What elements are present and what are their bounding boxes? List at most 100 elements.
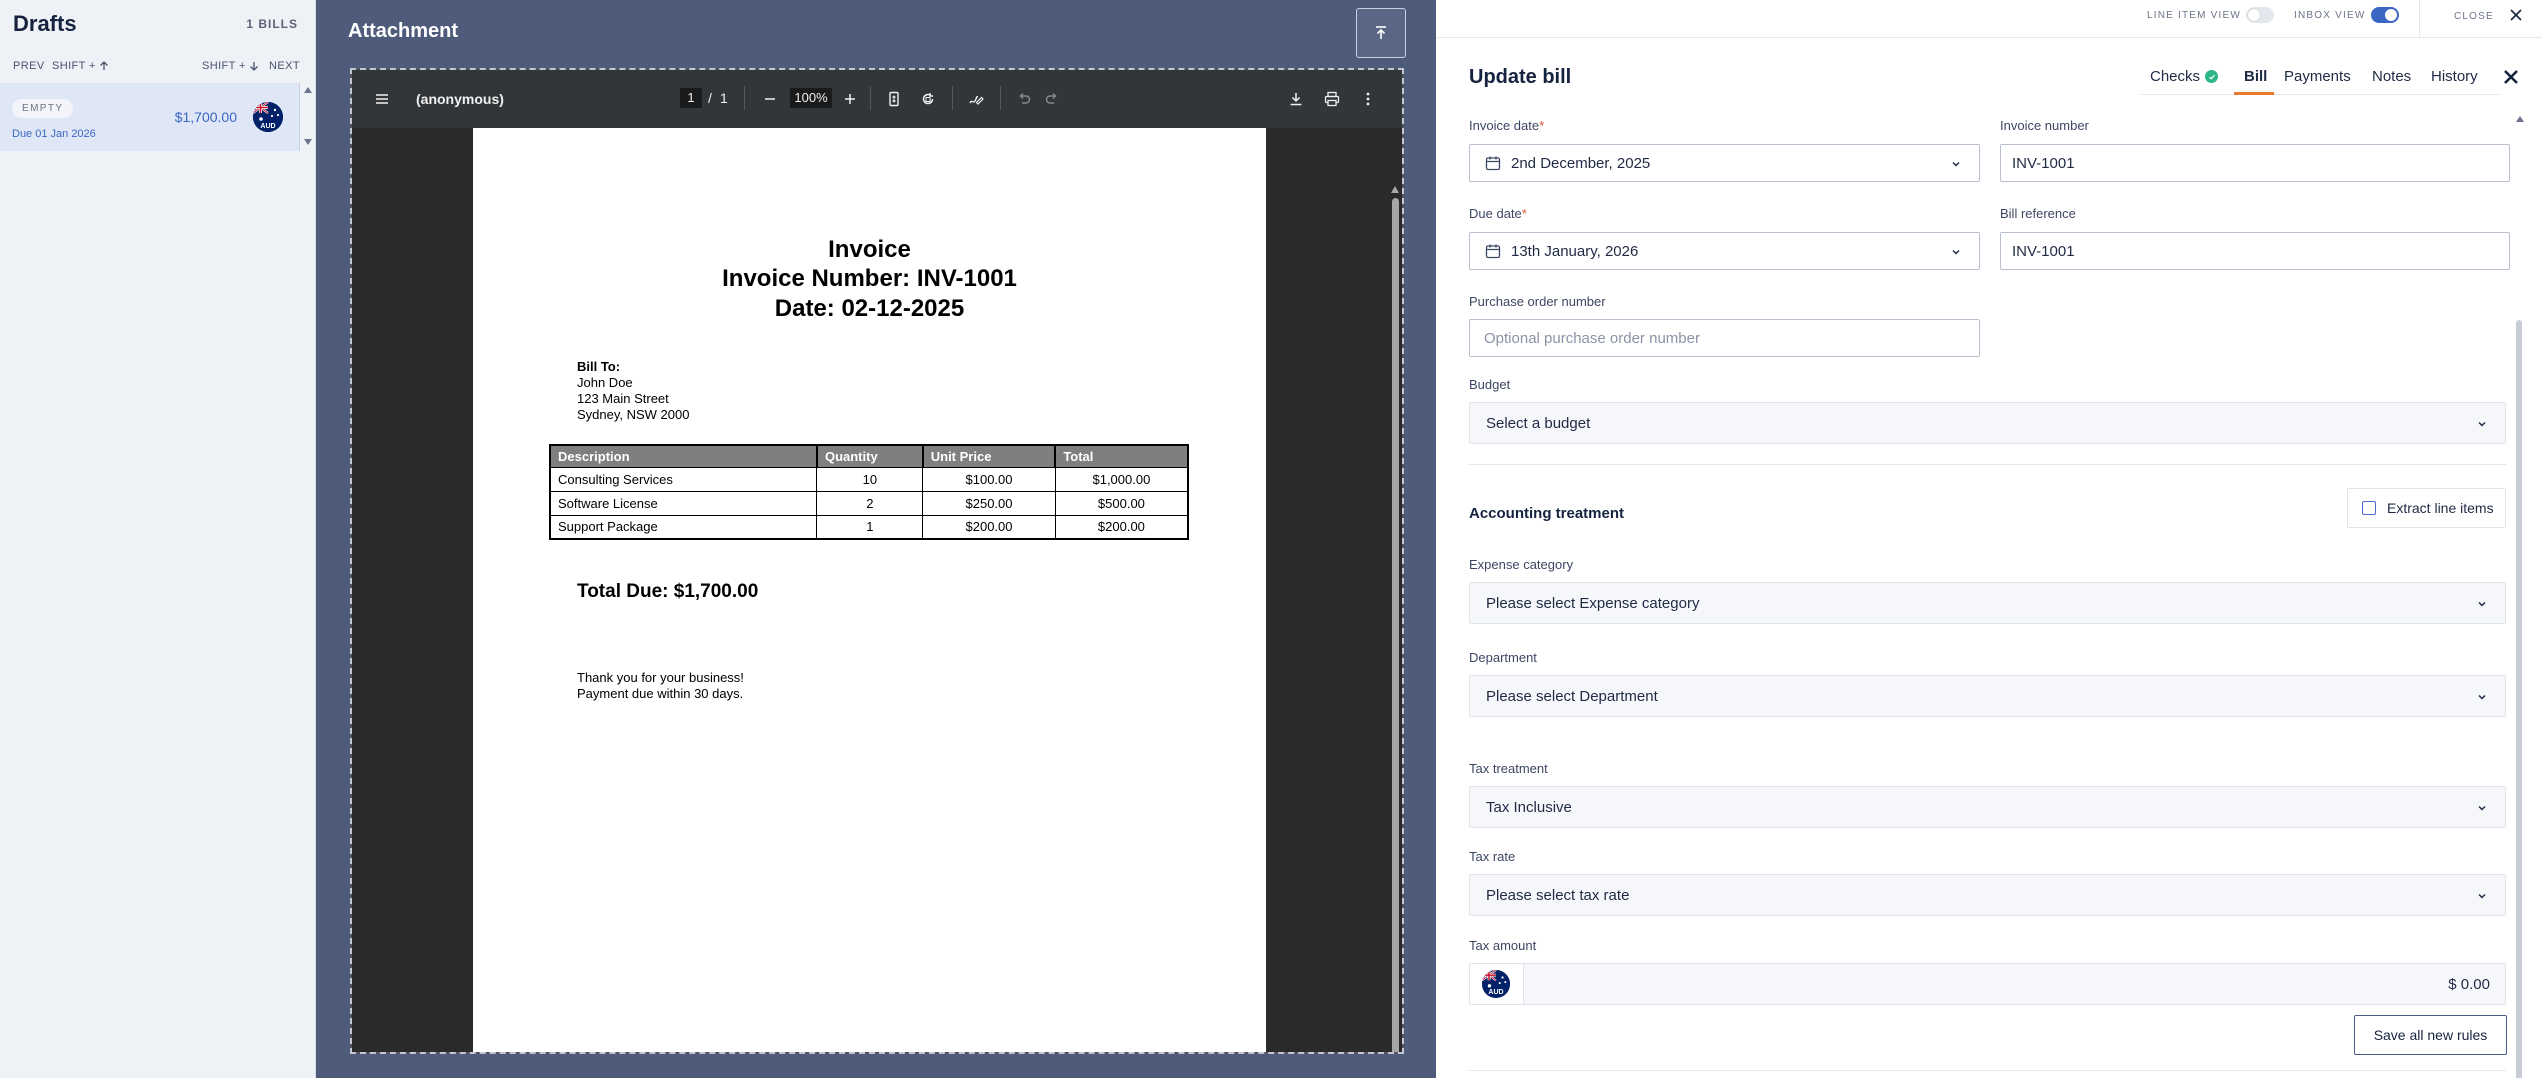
bill-to-street: 123 Main Street <box>577 391 669 406</box>
extract-line-items-checkbox[interactable]: Extract line items <box>2347 488 2506 528</box>
budget-label: Budget <box>1469 377 1511 392</box>
due-date-picker[interactable]: 13th January, 2026 <box>1469 232 1980 270</box>
chevron-down-icon <box>2478 421 2486 427</box>
invoice-date-label: Invoice date* <box>1469 118 1545 133</box>
chevron-down-icon <box>1952 161 1960 167</box>
next-shortcut: SHIFT + <box>202 60 259 72</box>
tax-rate-value: Please select tax rate <box>1486 886 1630 904</box>
column-header: Quantity <box>815 444 924 468</box>
table-cell: 1 <box>816 514 924 540</box>
pdf-toolbar: (anonymous) 1 / 1 100% <box>352 70 1402 128</box>
tax-treatment-select[interactable]: Tax Inclusive <box>1469 786 2506 828</box>
print-icon[interactable] <box>1324 91 1340 107</box>
save-all-rules-button[interactable]: Save all new rules <box>2354 1015 2507 1055</box>
tax-treatment-value: Tax Inclusive <box>1486 798 1572 816</box>
line-item-view-toggle[interactable] <box>2246 7 2274 23</box>
po-number-label: Purchase order number <box>1469 294 1606 309</box>
invoice-date-picker[interactable]: 2nd December, 2025 <box>1469 144 1980 182</box>
chevron-down-icon <box>2478 601 2486 607</box>
table-cell: $250.00 <box>922 490 1056 516</box>
pdf-scrollbar[interactable] <box>1389 186 1402 1052</box>
bill-to-label: Bill To: <box>577 359 621 374</box>
tab-history[interactable]: History <box>2431 68 2478 85</box>
invoice-table: Description Quantity Unit Price Total Co… <box>549 444 1189 540</box>
prev-shortcut: SHIFT + <box>52 60 109 72</box>
currency-selector[interactable]: AUD <box>1470 964 1524 1004</box>
annotate-icon[interactable] <box>968 91 984 107</box>
payment-terms: Payment due within 30 days. <box>577 686 744 701</box>
table-row: Support Package 1 $200.00 $200.00 <box>549 514 1189 540</box>
invoice-number-value: INV-1001 <box>2012 154 2075 172</box>
arrow-up-icon <box>99 61 108 70</box>
menu-icon[interactable] <box>374 91 390 107</box>
chevron-down-icon <box>2478 805 2486 811</box>
close-label[interactable]: CLOSE <box>2454 11 2494 22</box>
draft-bill-item[interactable]: EMPTY Due 01 Jan 2026 $1,700.00 AUD <box>0 83 300 151</box>
invoice-heading: Invoice <box>828 236 911 263</box>
zoom-in-icon[interactable] <box>842 91 858 107</box>
department-label: Department <box>1469 650 1537 665</box>
fit-page-icon[interactable] <box>886 91 902 107</box>
pdf-canvas: Invoice Invoice Number: INV-1001 Date: 0… <box>352 128 1402 1052</box>
bill-reference-label: Bill reference <box>2000 206 2076 221</box>
drafts-scrollbar[interactable] <box>301 83 315 153</box>
table-cell: Software License <box>549 490 818 516</box>
table-cell: 2 <box>816 490 924 516</box>
close-form-icon[interactable] <box>2502 68 2520 86</box>
page-separator: / <box>708 90 712 106</box>
redo-icon[interactable] <box>1044 91 1060 107</box>
expense-category-select[interactable]: Please select Expense category <box>1469 582 2506 624</box>
tax-treatment-label: Tax treatment <box>1469 761 1548 776</box>
inbox-view-toggle[interactable] <box>2371 7 2399 23</box>
po-number-input[interactable]: Optional purchase order number <box>1469 319 1980 357</box>
tab-payments-label: Payments <box>2284 68 2351 85</box>
download-icon[interactable] <box>1288 91 1304 107</box>
prev-button[interactable]: PREV <box>13 60 45 72</box>
invoice-footer: Thank you for your business! Payment due… <box>577 670 744 702</box>
next-button[interactable]: NEXT <box>269 60 300 72</box>
app-root: Drafts 1 BILLS PREV SHIFT + SHIFT + NEXT… <box>0 0 2542 1078</box>
invoice-number-input[interactable]: INV-1001 <box>2000 144 2510 182</box>
department-select[interactable]: Please select Department <box>1469 675 2506 717</box>
currency-code: AUD <box>1488 989 1504 996</box>
tab-notes[interactable]: Notes <box>2372 68 2411 85</box>
table-cell: Consulting Services <box>549 466 818 492</box>
page-number-input[interactable]: 1 <box>680 88 702 108</box>
tab-notes-label: Notes <box>2372 68 2412 85</box>
rotate-icon[interactable] <box>920 91 936 107</box>
form-scrollbar[interactable] <box>2512 110 2526 1078</box>
chevron-down-icon <box>2478 694 2486 700</box>
budget-value: Select a budget <box>1486 414 1591 432</box>
table-cell: $500.00 <box>1054 490 1189 516</box>
aud-flag-icon: AUD <box>1482 970 1510 998</box>
check-circle-icon <box>2205 70 2219 83</box>
tab-history-label: History <box>2431 68 2478 85</box>
invoice-number-label: Invoice number <box>2000 118 2089 133</box>
more-options-icon[interactable] <box>1360 91 1376 107</box>
status-badge: EMPTY <box>12 99 74 118</box>
invoice-number: Invoice Number: INV-1001 <box>722 265 1017 292</box>
zoom-out-icon[interactable] <box>762 91 778 107</box>
view-options-bar: LINE ITEM VIEW INBOX VIEW CLOSE <box>1436 0 2542 38</box>
tab-checks-label: Checks <box>2150 68 2201 85</box>
tab-checks[interactable]: Checks <box>2150 68 2219 85</box>
update-bill-panel: LINE ITEM VIEW INBOX VIEW CLOSE Update b… <box>1436 0 2542 1078</box>
tax-amount-input[interactable]: AUD $ 0.00 <box>1469 963 2506 1005</box>
budget-select[interactable]: Select a budget <box>1469 402 2506 444</box>
line-item-view-label: LINE ITEM VIEW <box>2147 10 2242 21</box>
tab-bill[interactable]: Bill <box>2244 68 2267 85</box>
close-icon[interactable] <box>2508 7 2524 23</box>
tab-payments[interactable]: Payments <box>2284 68 2351 85</box>
chevron-down-icon <box>2478 893 2486 899</box>
toolbar-divider <box>1000 86 1001 110</box>
bill-to-block: Bill To: John Doe 123 Main Street Sydney… <box>577 359 689 423</box>
inbox-view-label: INBOX VIEW <box>2294 10 2366 21</box>
upload-button[interactable] <box>1356 8 1406 58</box>
tax-amount-value: $ 0.00 <box>2448 976 2490 993</box>
undo-icon[interactable] <box>1016 91 1032 107</box>
zoom-input[interactable]: 100% <box>790 88 832 108</box>
attachment-title: Attachment <box>348 20 459 42</box>
bill-reference-input[interactable]: INV-1001 <box>2000 232 2510 270</box>
tax-rate-select[interactable]: Please select tax rate <box>1469 874 2506 916</box>
draft-amount: $1,700.00 <box>174 109 237 125</box>
